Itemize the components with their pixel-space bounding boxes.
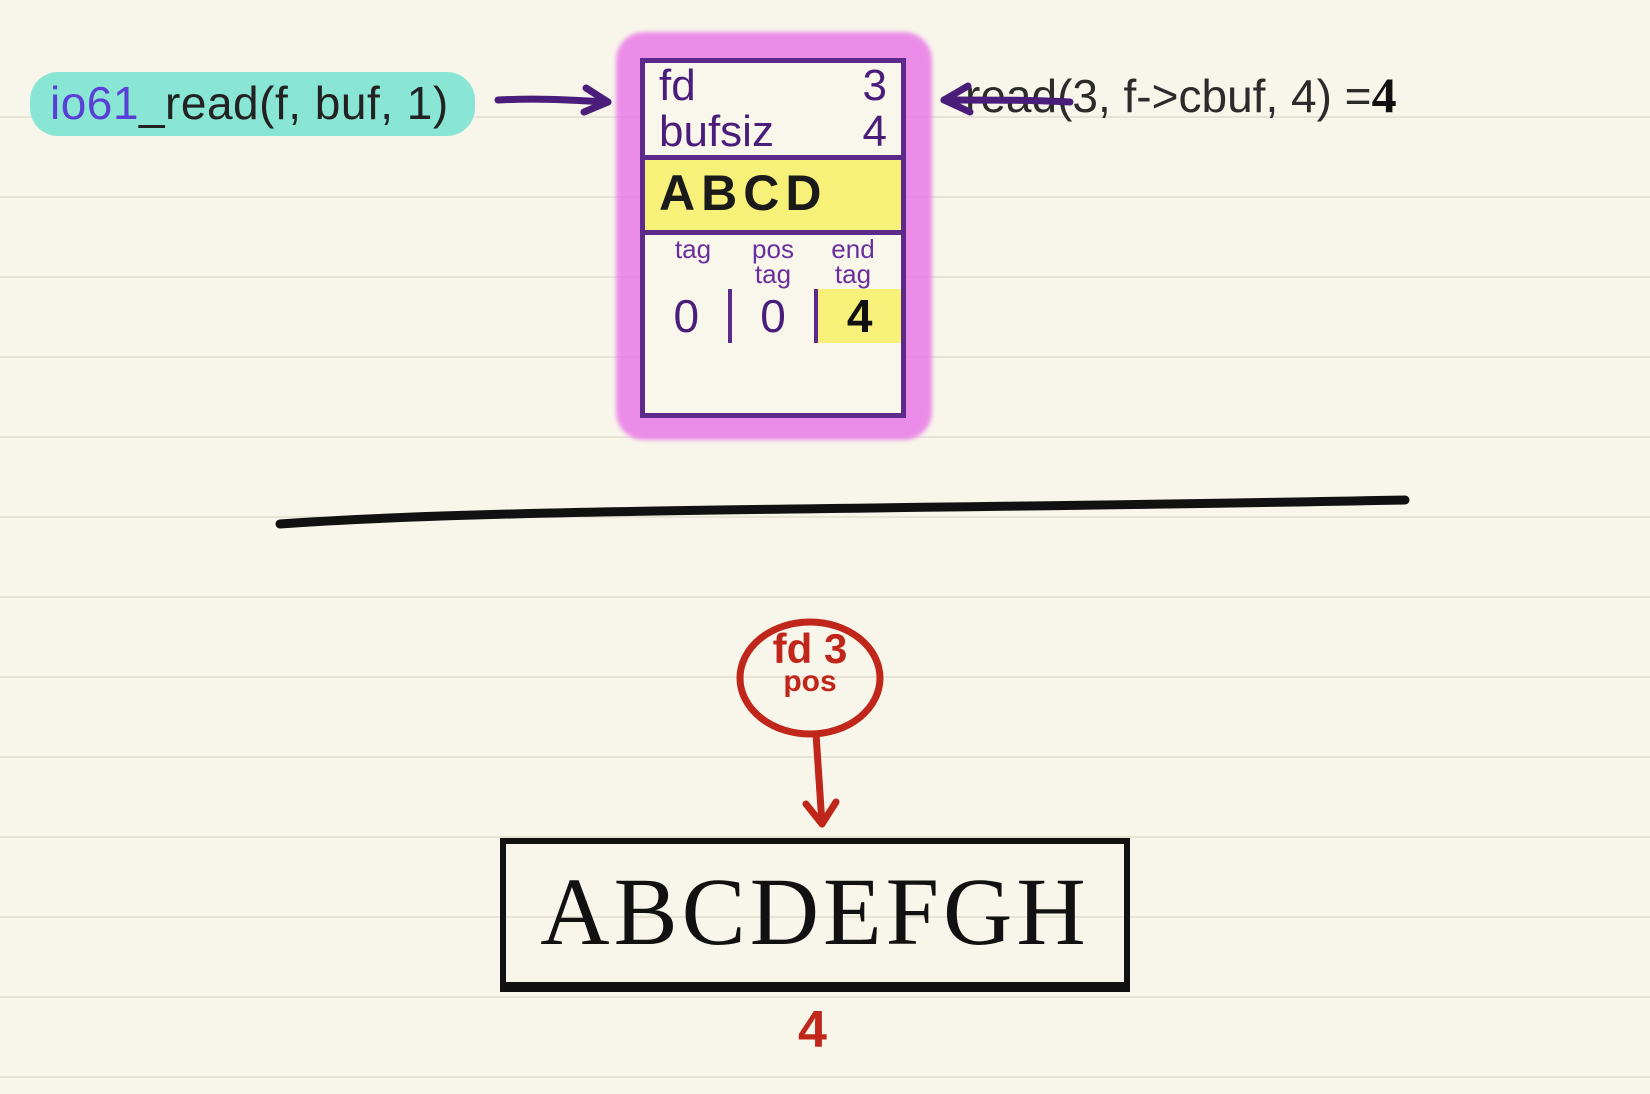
diagram-canvas: io61_read(f, buf, 1) read(3, f->cbuf, 4)… [0, 0, 1650, 1094]
syscall-label: read(3, f->cbuf, 4) =4 [965, 66, 1397, 124]
struct-tag-values: 0 0 4 [645, 287, 901, 349]
callsite-label: io61_read(f, buf, 1) [30, 72, 475, 136]
struct-row-fd: fd 3 [645, 63, 901, 109]
struct-cbuf-contents: ABCD [645, 160, 901, 230]
struct-col-label-postag: pos tag [733, 237, 813, 286]
struct-tag-value: 0 [645, 289, 728, 343]
ruled-line [0, 596, 1650, 598]
struct-tag-labels: tag pos tag end tag [645, 235, 901, 286]
callsite-rest: _read(f, buf, 1) [139, 77, 449, 129]
arrow-callsite-to-struct-icon [498, 88, 608, 112]
syscall-eq: = [1332, 70, 1372, 122]
struct-fd-label: fd [659, 63, 696, 109]
ruled-line [0, 1076, 1650, 1078]
struct-col-label-endtag: end tag [813, 237, 893, 286]
io61-file-struct: fd 3 bufsiz 4 ABCD tag pos tag end tag 0… [640, 58, 906, 418]
struct-row-bufsiz: bufsiz 4 [645, 109, 901, 155]
kernel-fd-pos-label: fd 3 pos [745, 630, 875, 695]
struct-postag-value: 0 [728, 289, 815, 343]
file-pos-index: 4 [798, 1000, 827, 1060]
ruled-line [0, 996, 1650, 998]
ruled-line [0, 516, 1650, 518]
struct-fd-value: 3 [863, 63, 887, 109]
section-divider-line [280, 500, 1405, 524]
ruled-line [0, 756, 1650, 758]
fdpos-line2: pos [745, 668, 875, 695]
syscall-text: read(3, f->cbuf, 4) [965, 70, 1332, 122]
struct-col-label-tag: tag [653, 237, 733, 286]
syscall-return: 4 [1372, 67, 1397, 123]
struct-bufsiz-value: 4 [863, 109, 887, 155]
struct-endtag-value: 4 [814, 289, 901, 343]
callsite-fn: io61 [50, 77, 139, 129]
struct-bufsiz-label: bufsiz [659, 109, 774, 155]
file-contents-box: ABCDEFGH [500, 838, 1130, 988]
arrow-fdpos-to-file-icon [806, 734, 836, 824]
